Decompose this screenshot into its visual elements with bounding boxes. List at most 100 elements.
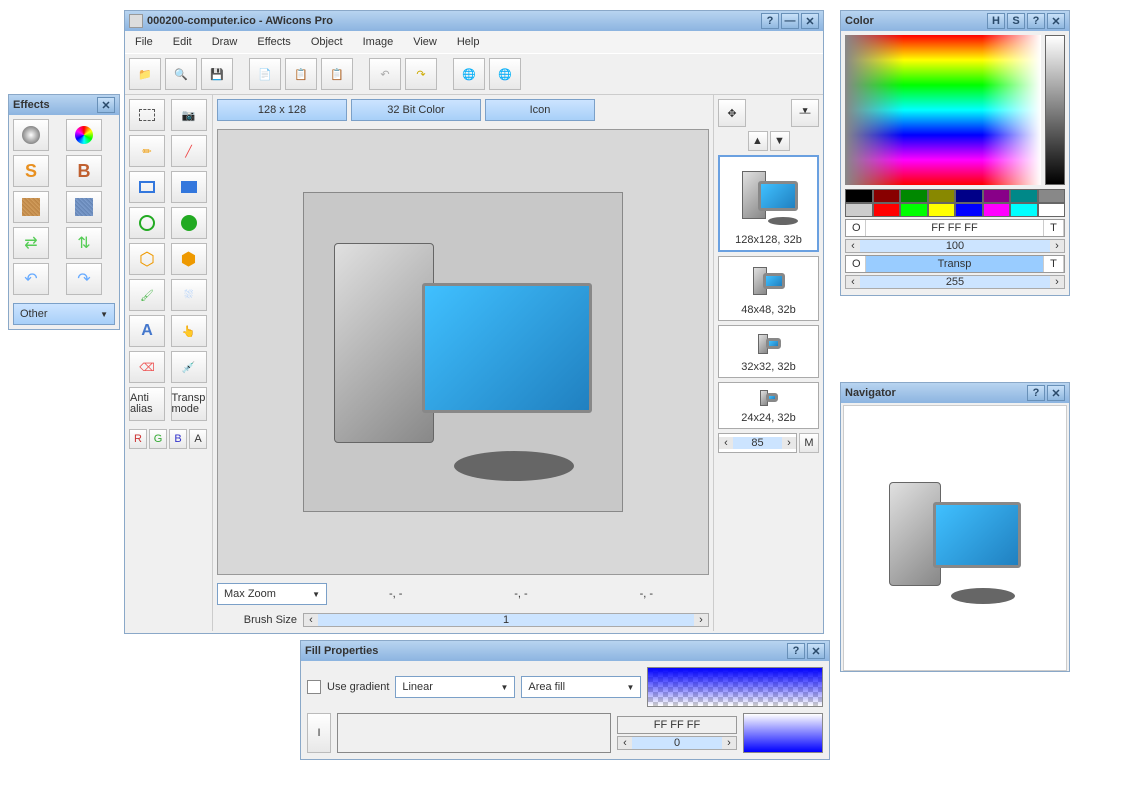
- new-paste-icon[interactable]: 📋: [321, 58, 353, 90]
- tool-palette: 📷 ✏ ╱ ⬡ ⬢ 🖌 ⛆ A 👆 ⌫ 💉 Anti alias Transp …: [125, 95, 213, 631]
- redo-icon[interactable]: ↷: [405, 58, 437, 90]
- paste-icon[interactable]: 📋: [285, 58, 317, 90]
- opacity-slider[interactable]: ‹100›: [845, 239, 1065, 253]
- effect-flip-v-icon[interactable]: ⇅: [66, 227, 102, 259]
- menu-view[interactable]: View: [405, 33, 445, 51]
- help-button[interactable]: ?: [761, 13, 779, 29]
- color-t2[interactable]: T: [1044, 256, 1064, 272]
- type-dropdown[interactable]: Icon▼: [485, 99, 595, 121]
- color-spectrum[interactable]: [845, 35, 1041, 185]
- effects-close-icon[interactable]: ✕: [97, 97, 115, 113]
- color-t1[interactable]: T: [1044, 220, 1064, 236]
- menu-draw[interactable]: Draw: [204, 33, 246, 51]
- menu-object[interactable]: Object: [303, 33, 351, 51]
- channel-a[interactable]: A: [189, 429, 207, 449]
- color-o1[interactable]: O: [846, 220, 866, 236]
- preview-m-button[interactable]: M: [799, 433, 819, 453]
- fill-close-icon[interactable]: ✕: [807, 643, 825, 659]
- size-down-icon[interactable]: ▼: [770, 131, 790, 151]
- menu-help[interactable]: Help: [449, 33, 488, 51]
- app-icon: [129, 14, 143, 28]
- color-o2[interactable]: O: [846, 256, 866, 272]
- line-tool-icon[interactable]: ╱: [171, 135, 207, 167]
- colordepth-dropdown[interactable]: 32 Bit Color▼: [351, 99, 481, 121]
- brush-size-slider[interactable]: ‹1›: [303, 613, 709, 627]
- thumb-32[interactable]: 32x32, 32b: [718, 325, 819, 378]
- nav-help-button[interactable]: ?: [1027, 385, 1045, 401]
- gradient-type-dropdown[interactable]: Linear▼: [395, 676, 515, 698]
- transp-mode-toggle[interactable]: Transp mode: [171, 387, 207, 421]
- color-close-icon[interactable]: ✕: [1047, 13, 1065, 29]
- anti-alias-toggle[interactable]: Anti alias: [129, 387, 165, 421]
- channel-r[interactable]: R: [129, 429, 147, 449]
- fill-mode-dropdown[interactable]: Area fill▼: [521, 676, 641, 698]
- canvas-content: [303, 192, 623, 512]
- eyedropper-tool-icon[interactable]: 💉: [171, 351, 207, 383]
- color-value-strip[interactable]: [1045, 35, 1065, 185]
- color-help-button[interactable]: ?: [1027, 13, 1045, 29]
- menu-file[interactable]: File: [127, 33, 161, 51]
- fill-val-slider[interactable]: ‹0›: [617, 736, 737, 750]
- brush-tool-icon[interactable]: 🖌: [129, 279, 165, 311]
- effect-texture2-icon[interactable]: [66, 191, 102, 223]
- thumb-48[interactable]: 48x48, 32b: [718, 256, 819, 321]
- fill-hex[interactable]: FF FF FF: [617, 716, 737, 734]
- channel-b[interactable]: B: [169, 429, 187, 449]
- effect-rainbow-icon[interactable]: [66, 119, 102, 151]
- effect-grayscale-icon[interactable]: [13, 119, 49, 151]
- hex-tool-icon[interactable]: ⬡: [129, 243, 165, 275]
- close-button[interactable]: ✕: [801, 13, 819, 29]
- channel-g[interactable]: G: [149, 429, 167, 449]
- menu-image[interactable]: Image: [355, 33, 402, 51]
- effect-blur-icon[interactable]: B: [66, 155, 102, 187]
- save-icon[interactable]: 💾: [201, 58, 233, 90]
- open-icon[interactable]: 📁: [129, 58, 161, 90]
- menu-effects[interactable]: Effects: [249, 33, 298, 51]
- web-icon[interactable]: 🌐: [489, 58, 521, 90]
- fill-i-button[interactable]: I: [307, 713, 331, 753]
- rect-fill-tool-icon[interactable]: [171, 171, 207, 203]
- hex-fill-tool-icon[interactable]: ⬢: [171, 243, 207, 275]
- thumb-128[interactable]: 128x128, 32b: [718, 155, 819, 252]
- text-tool-icon[interactable]: A: [129, 315, 165, 347]
- size-up-icon[interactable]: ▲: [748, 131, 768, 151]
- alpha-slider[interactable]: ‹255›: [845, 275, 1065, 289]
- search-icon[interactable]: 🔍: [165, 58, 197, 90]
- pencil-tool-icon[interactable]: ✏: [129, 135, 165, 167]
- color-transp[interactable]: Transp: [866, 256, 1044, 272]
- circle-tool-icon[interactable]: [129, 207, 165, 239]
- nav-close-icon[interactable]: ✕: [1047, 385, 1065, 401]
- size-dropdown[interactable]: 128 x 128▼: [217, 99, 347, 121]
- effect-rotate-left-icon[interactable]: ↶: [13, 263, 49, 295]
- thumb-24[interactable]: 24x24, 32b: [718, 382, 819, 429]
- preview-slider[interactable]: ‹85›: [718, 433, 797, 453]
- effect-flip-h-icon[interactable]: ⇄: [13, 227, 49, 259]
- zoom-dropdown[interactable]: Max Zoom▼: [217, 583, 327, 605]
- color-h-button[interactable]: H: [987, 13, 1005, 29]
- eraser-tool-icon[interactable]: ⌫: [129, 351, 165, 383]
- spray-tool-icon[interactable]: ⛆: [171, 279, 207, 311]
- minimize-button[interactable]: —: [781, 13, 799, 29]
- camera-tool-icon[interactable]: 📷: [171, 99, 207, 131]
- effect-rotate-right-icon[interactable]: ↷: [66, 263, 102, 295]
- move-icon[interactable]: ✥: [718, 99, 746, 127]
- select-tool-icon[interactable]: [129, 99, 165, 131]
- fill-help-button[interactable]: ?: [787, 643, 805, 659]
- use-gradient-checkbox[interactable]: [307, 680, 321, 694]
- rect-tool-icon[interactable]: [129, 171, 165, 203]
- menu-edit[interactable]: Edit: [165, 33, 200, 51]
- color-s-button[interactable]: S: [1007, 13, 1025, 29]
- effect-sharpen-icon[interactable]: S: [13, 155, 49, 187]
- undo-icon[interactable]: ↶: [369, 58, 401, 90]
- gradient-stops[interactable]: [337, 713, 611, 753]
- export-icon[interactable]: 🌐: [453, 58, 485, 90]
- copy-icon[interactable]: 📄: [249, 58, 281, 90]
- circle-fill-tool-icon[interactable]: [171, 207, 207, 239]
- nav-preview[interactable]: [843, 405, 1067, 671]
- effect-texture1-icon[interactable]: [13, 191, 49, 223]
- smudge-tool-icon[interactable]: 👆: [171, 315, 207, 347]
- color-hex[interactable]: FF FF FF: [866, 220, 1044, 236]
- effects-other-dropdown[interactable]: Other▼: [13, 303, 115, 325]
- nav-title: Navigator: [845, 387, 896, 399]
- canvas[interactable]: [217, 129, 709, 575]
